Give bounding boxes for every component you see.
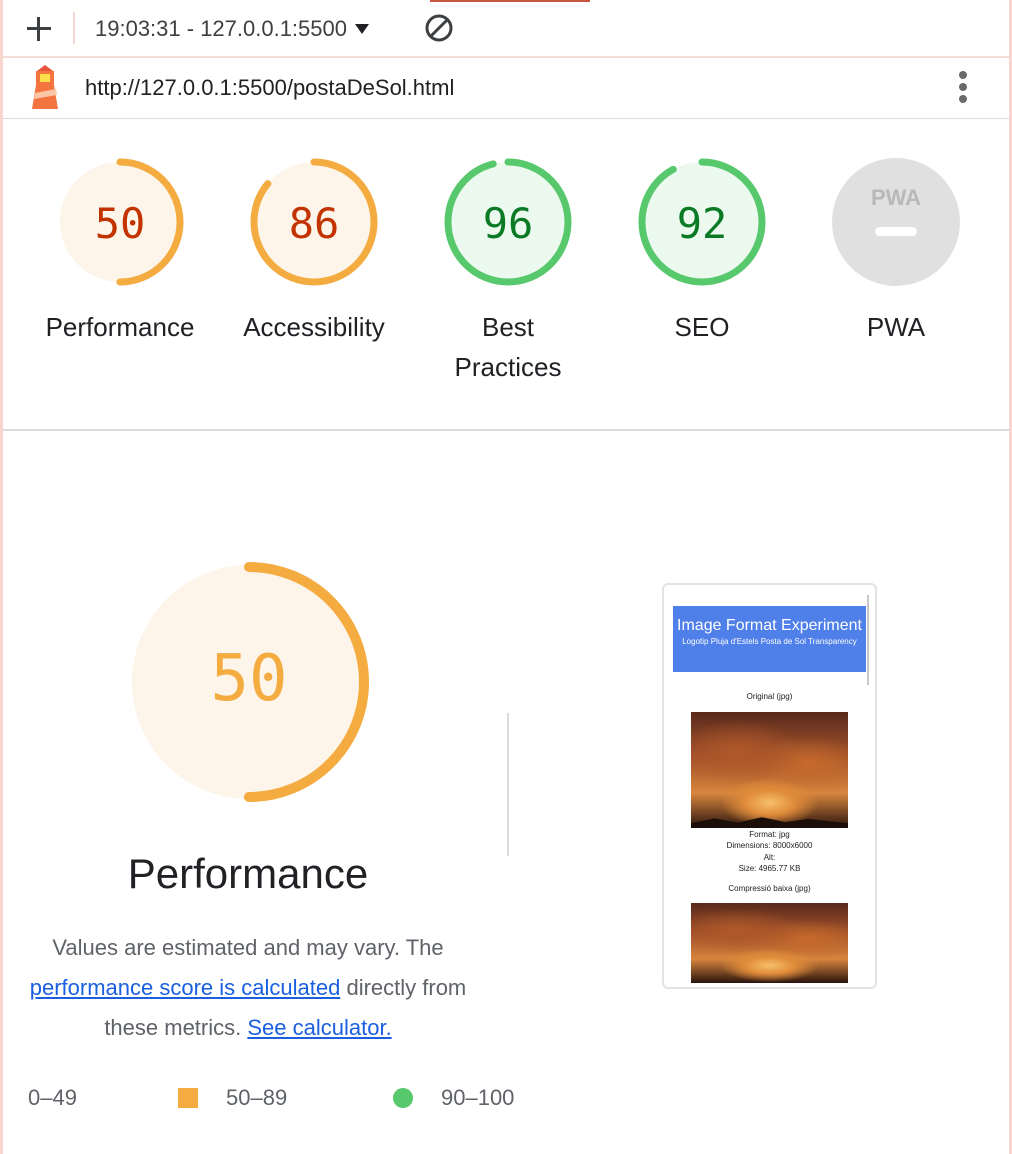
gauge-seo-ring: 92: [638, 158, 766, 286]
gauge-seo-score: 92: [677, 199, 728, 248]
average-square-icon: [178, 1088, 198, 1108]
performance-score-link[interactable]: performance score is calculated: [30, 975, 341, 1000]
sunset-photo-1: [691, 712, 848, 828]
category-gauges: 50 Performance 86 Accessibility 96 Best …: [3, 119, 1009, 431]
thumbnail-section-2: Compressió baixa (jpg): [728, 884, 811, 893]
lighthouse-toolbar: 19:03:31 - 127.0.0.1:5500: [3, 0, 1009, 58]
gauge-pwa-label: PWA: [866, 312, 926, 342]
clear-reports-icon[interactable]: [424, 13, 454, 43]
thumbnail-scrollbar: [867, 595, 869, 685]
legend-fail: 0–49: [28, 1080, 77, 1116]
gauge-best-practices-ring: 96: [444, 158, 572, 286]
thumbnail-section-1: Original (jpg): [746, 692, 793, 701]
gauge-best-practices-score: 96: [483, 199, 534, 248]
score-legend: 0–49 50–89 90–100: [28, 1080, 548, 1116]
report-selector[interactable]: 19:03:31 - 127.0.0.1:5500: [95, 14, 369, 44]
gauge-performance-ring: 50: [56, 158, 184, 286]
new-report-plus-icon[interactable]: [23, 12, 55, 44]
caret-down-icon: [355, 24, 369, 34]
see-calculator-link[interactable]: See calculator.: [247, 1015, 391, 1040]
gauge-accessibility-score: 86: [289, 199, 340, 248]
legend-average: 50–89: [178, 1080, 287, 1116]
gauge-performance-label: Performance: [45, 312, 195, 342]
report-url-bar: http://127.0.0.1:5500/postaDeSol.html: [3, 58, 1009, 119]
gauge-seo[interactable]: 92 SEO: [602, 155, 802, 347]
pwa-badge-text: PWA: [871, 185, 921, 210]
performance-description: Values are estimated and may vary. The p…: [0, 928, 496, 1048]
legend-pass: 90–100: [393, 1080, 514, 1116]
thumbnail-subtitle: Logotip Pluja d'Estels Posta de Sol Tran…: [682, 637, 857, 646]
pwa-badge-icon: PWA: [832, 158, 960, 286]
more-options-icon[interactable]: [953, 69, 973, 105]
performance-title: Performance: [127, 850, 369, 897]
lighthouse-logo-icon: [32, 65, 58, 109]
report-selector-label: 19:03:31 - 127.0.0.1:5500: [95, 16, 347, 41]
gauge-accessibility[interactable]: 86 Accessibility: [214, 155, 414, 347]
gauge-pwa[interactable]: PWA PWA: [796, 155, 996, 347]
gauge-best-practices-label: Best Practices: [454, 312, 562, 382]
pass-circle-icon: [393, 1088, 413, 1108]
thumbnail-dimensions: Dimensions: 8000x6000: [726, 841, 813, 850]
thumbnail-format: Format: jpg: [749, 830, 790, 839]
gauge-accessibility-ring: 86: [250, 158, 378, 286]
performance-desc-text-1: Values are estimated and may vary. The: [52, 935, 444, 960]
gauge-accessibility-label: Accessibility: [243, 312, 385, 342]
performance-large-score: 50: [210, 642, 287, 716]
final-screenshot-thumbnail[interactable]: Image Format Experiment Logotip Pluja d'…: [662, 583, 877, 989]
report-url[interactable]: http://127.0.0.1:5500/postaDeSol.html: [85, 75, 454, 101]
legend-average-label: 50–89: [226, 1085, 288, 1110]
gauge-best-practices[interactable]: 96 Best Practices: [408, 155, 608, 387]
legend-fail-label: 0–49: [28, 1085, 77, 1110]
gauge-performance[interactable]: 50 Performance: [20, 155, 220, 347]
legend-pass-label: 90–100: [441, 1085, 515, 1110]
thumbnail-header: Image Format Experiment Logotip Pluja d'…: [673, 606, 866, 672]
thumbnail-title: Image Format Experiment: [677, 617, 862, 634]
sunset-photo-2: [691, 903, 848, 983]
thumbnail-size: Size: 4965.77 KB: [738, 864, 801, 873]
toolbar-divider: [73, 12, 75, 44]
gauge-performance-score: 50: [95, 199, 146, 248]
gauge-seo-label: SEO: [674, 312, 730, 342]
performance-large-gauge: 50: [129, 562, 369, 802]
section-divider: [507, 713, 509, 856]
thumbnail-alt: Alt:: [763, 853, 776, 862]
